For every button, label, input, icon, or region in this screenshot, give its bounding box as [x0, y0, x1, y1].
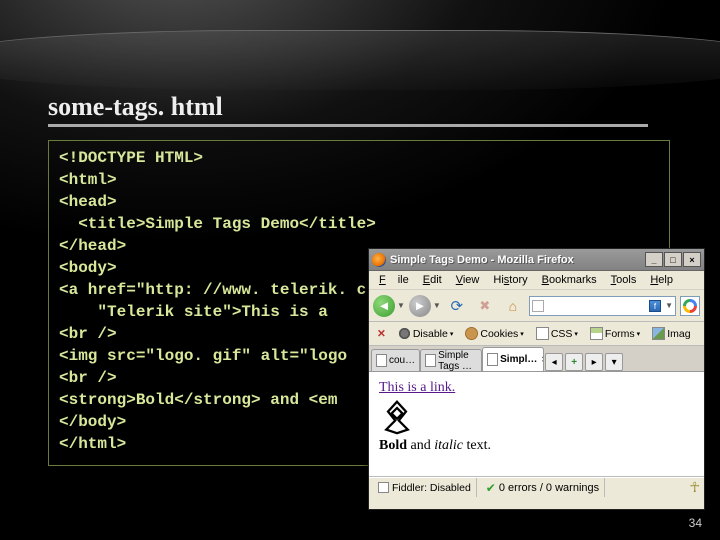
menu-history[interactable]: History	[487, 272, 533, 288]
tab-scroll-left[interactable]: ◂	[545, 353, 563, 371]
minimize-button[interactable]: _	[645, 252, 663, 267]
tab-3-active[interactable]: Simpl…✕	[482, 347, 544, 371]
nav-toolbar: ◄ ▼ ► ▼ ⟳ ✖ ⌂ f ▼	[369, 290, 704, 322]
tab-close-icon[interactable]: ✕	[541, 355, 544, 364]
webdev-cookies[interactable]: Cookies▾	[461, 325, 527, 342]
tab-scroll-right[interactable]: ▸	[585, 353, 603, 371]
menubar: File Edit View History Bookmarks Tools H…	[369, 271, 704, 290]
titlebar[interactable]: Simple Tags Demo - Mozilla Firefox _ □ ×	[369, 249, 704, 271]
slide-title: some-tags. html	[48, 92, 648, 127]
forward-dropdown-icon[interactable]: ▼	[433, 301, 441, 310]
menu-edit[interactable]: Edit	[417, 272, 448, 288]
new-tab-button[interactable]: +	[565, 353, 583, 371]
webdev-toolbar: ✕ Disable▾ Cookies▾ CSS▾ Forms▾ Imag	[369, 322, 704, 346]
menu-help[interactable]: Help	[644, 272, 679, 288]
reload-button[interactable]: ⟳	[445, 294, 469, 318]
url-dropdown-icon[interactable]: ▼	[665, 301, 673, 310]
close-button[interactable]: ×	[683, 252, 701, 267]
demo-link[interactable]: This is a link.	[379, 380, 455, 395]
webdev-images[interactable]: Imag	[648, 325, 694, 342]
error-count[interactable]: ✔0 errors / 0 warnings	[481, 478, 605, 497]
maximize-button[interactable]: □	[664, 252, 682, 267]
bold-italic-text: Bold and italic text.	[379, 438, 694, 454]
window-title: Simple Tags Demo - Mozilla Firefox	[390, 254, 645, 266]
back-button[interactable]: ◄	[373, 295, 395, 317]
tab-list-button[interactable]: ▾	[605, 353, 623, 371]
stop-button: ✖	[473, 294, 497, 318]
tab-1[interactable]: cou…	[371, 349, 420, 371]
ankh-icon[interactable]: ☥	[690, 479, 700, 496]
browser-window: Simple Tags Demo - Mozilla Firefox _ □ ×…	[368, 248, 705, 510]
tabbar: cou… Simple Tags … Simpl…✕ ◂ + ▸ ▾	[369, 346, 704, 372]
page-icon	[376, 354, 387, 367]
tab-2[interactable]: Simple Tags …	[420, 349, 482, 371]
webdev-disable[interactable]: Disable▾	[394, 325, 458, 342]
statusbar: Fiddler: Disabled ✔0 errors / 0 warnings…	[369, 477, 704, 497]
webdev-forms[interactable]: Forms▾	[586, 325, 644, 342]
fiddler-status[interactable]: Fiddler: Disabled	[373, 478, 477, 497]
demo-logo-image	[379, 399, 415, 435]
url-input[interactable]: f ▼	[529, 296, 676, 316]
firefox-icon	[372, 253, 386, 267]
site-identity-icon[interactable]	[532, 300, 544, 312]
menu-file[interactable]: File	[373, 272, 415, 288]
webdev-css[interactable]: CSS▾	[532, 325, 582, 342]
rss-icon[interactable]: f	[649, 300, 661, 312]
page-content: This is a link. Bold and italic text.	[369, 372, 704, 477]
search-engine-button[interactable]	[680, 296, 700, 316]
menu-bookmarks[interactable]: Bookmarks	[536, 272, 603, 288]
back-dropdown-icon[interactable]: ▼	[397, 301, 405, 310]
page-number: 34	[689, 516, 702, 530]
menu-tools[interactable]: Tools	[605, 272, 643, 288]
forward-button: ►	[409, 295, 431, 317]
page-icon	[487, 353, 498, 366]
check-icon: ✔	[486, 481, 496, 495]
page-icon	[425, 354, 436, 367]
webdev-close-button[interactable]: ✕	[373, 326, 390, 342]
menu-view[interactable]: View	[450, 272, 486, 288]
home-button[interactable]: ⌂	[501, 294, 525, 318]
